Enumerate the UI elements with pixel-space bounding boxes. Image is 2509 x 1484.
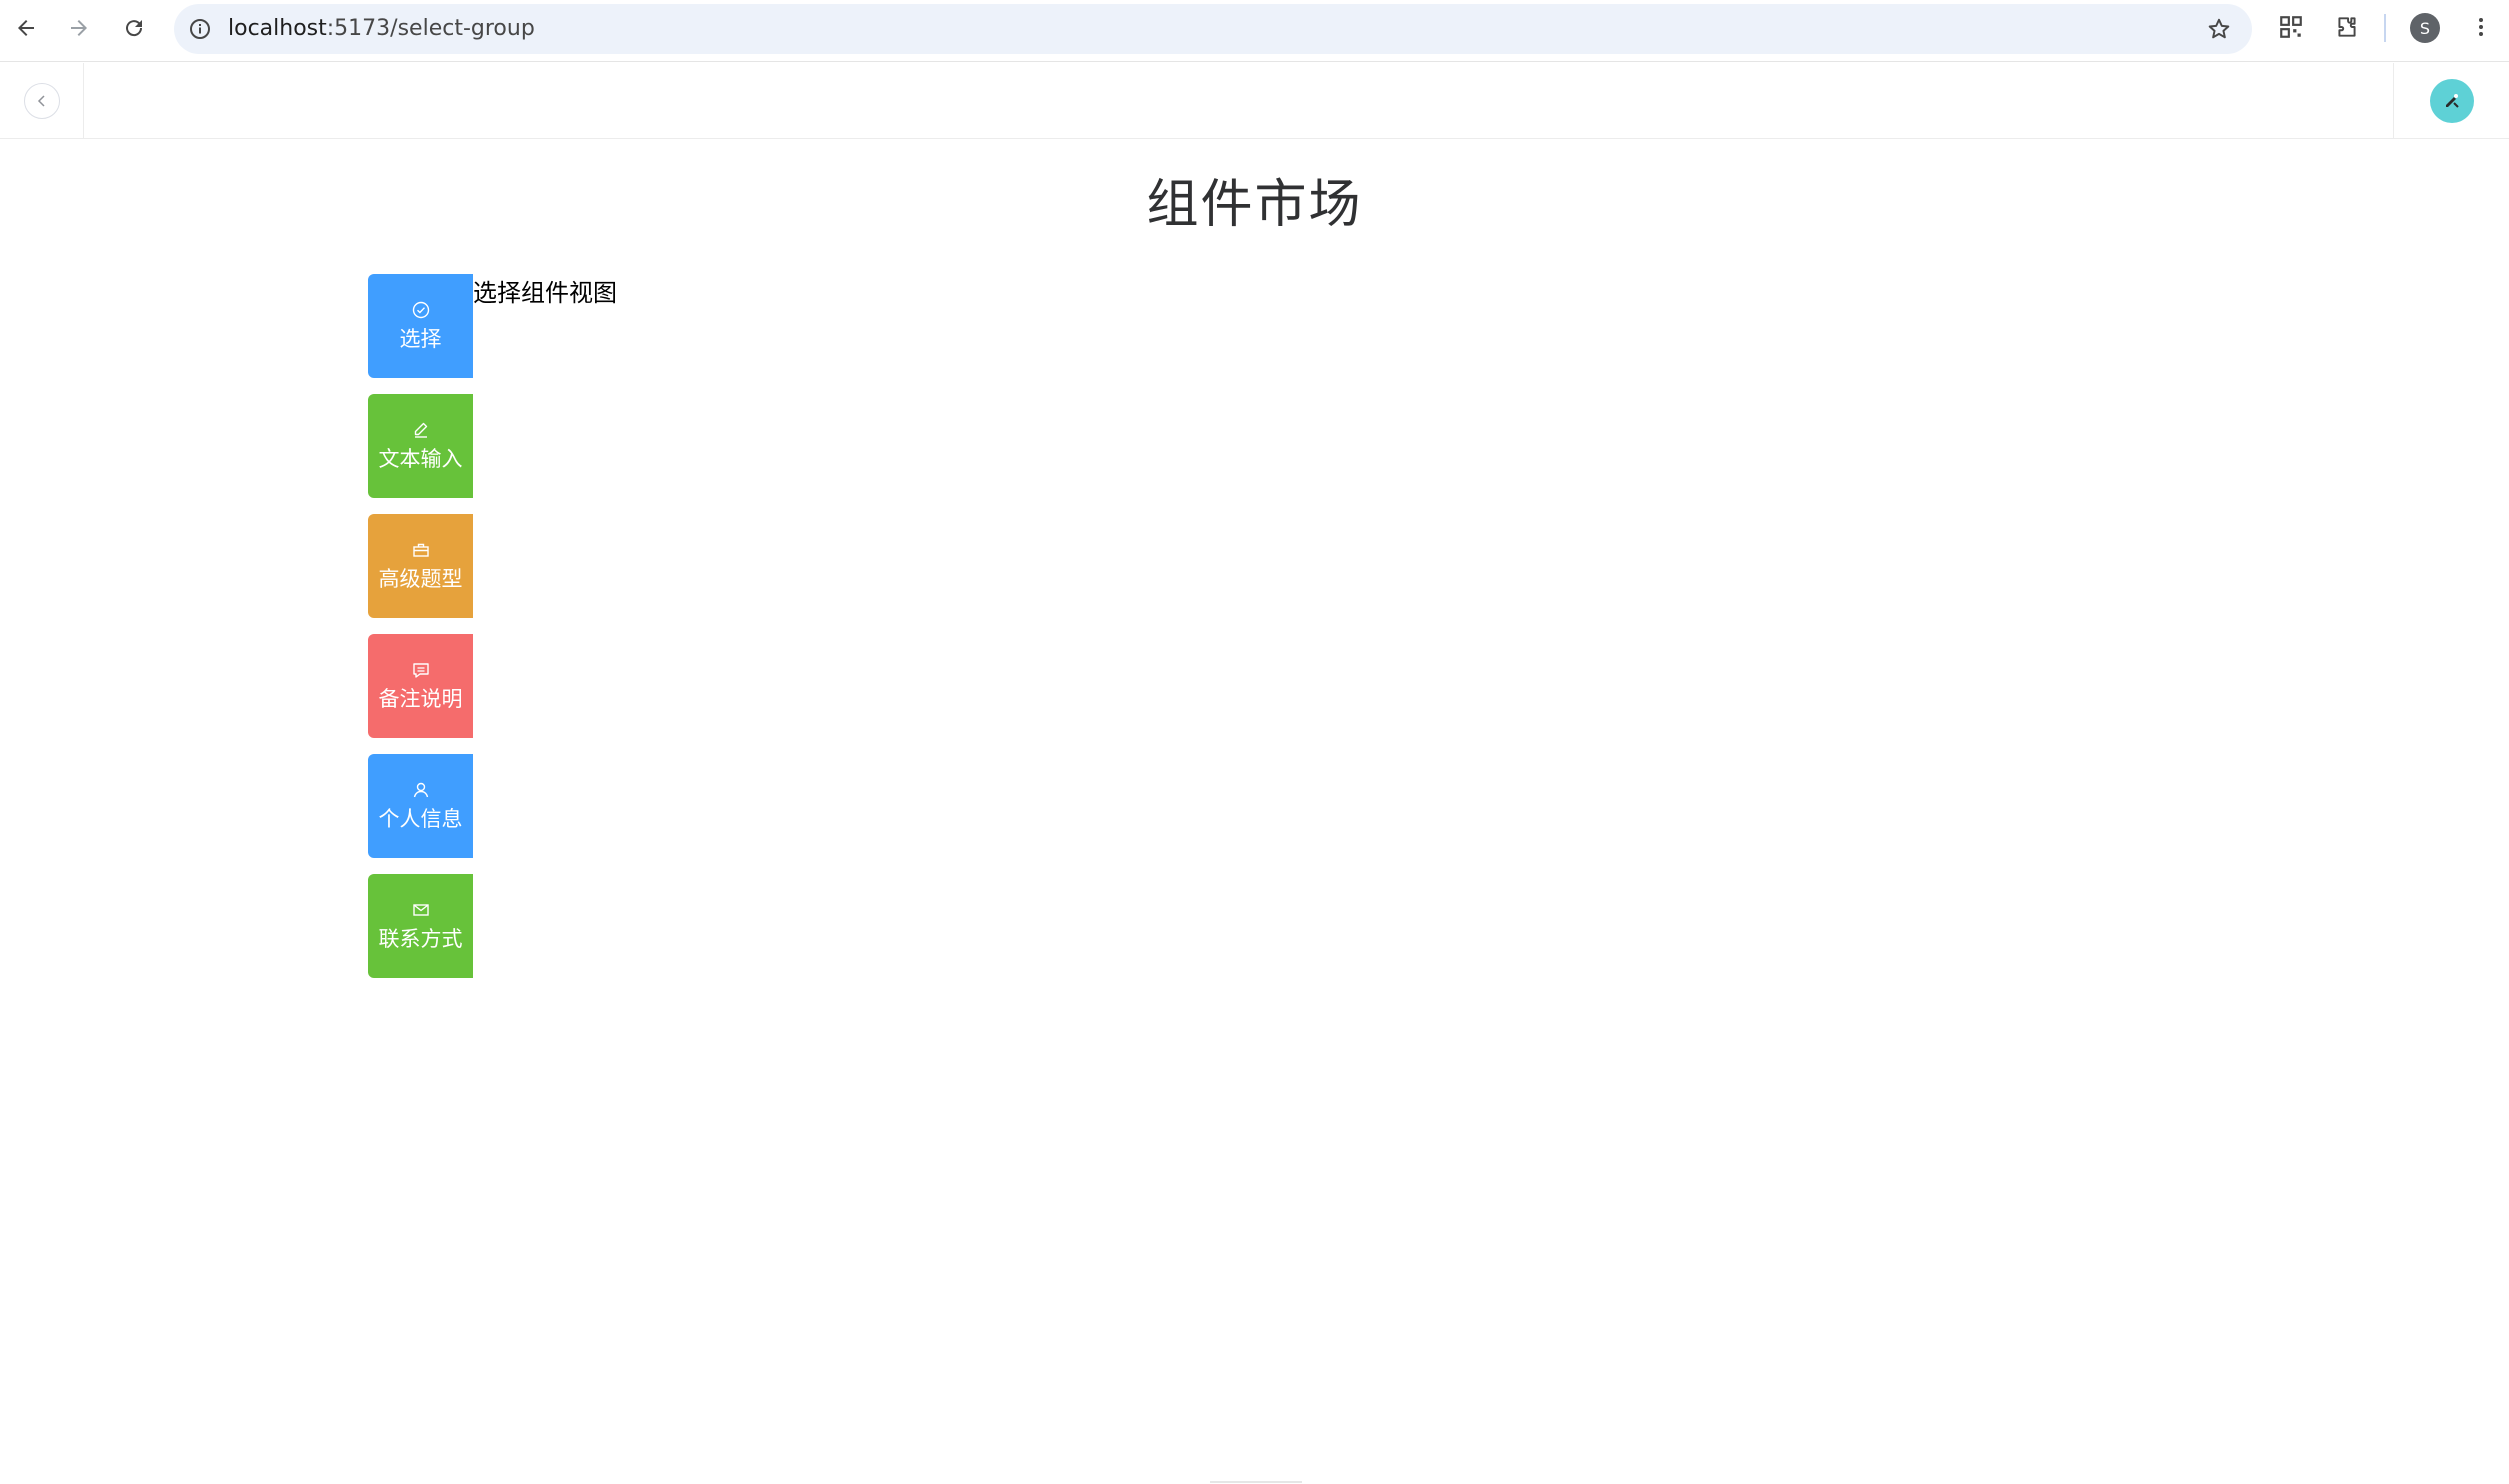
bookmark-star-icon[interactable] (2206, 16, 2232, 42)
more-vertical-icon (2479, 18, 2483, 36)
group-item-personal-info[interactable]: 个人信息 (368, 754, 473, 858)
chat-square-icon (411, 660, 431, 680)
circle-check-icon (411, 300, 431, 320)
briefcase-icon (411, 540, 431, 560)
bottom-divider (1210, 1481, 1302, 1483)
group-item-text-input[interactable]: 文本输入 (368, 394, 473, 498)
browser-menu-button[interactable] (2466, 12, 2496, 42)
profile-initial: S (2419, 18, 2431, 38)
page-title: 组件市场 (1146, 175, 1363, 235)
qr-code-button[interactable] (2276, 12, 2306, 42)
user-avatar[interactable] (2429, 79, 2474, 123)
component-view-label: 选择组件视图 (473, 279, 617, 307)
app-header (0, 63, 2509, 139)
site-info-icon[interactable] (188, 17, 212, 41)
group-item-label: 备注说明 (378, 687, 463, 711)
qr-code-icon (2280, 16, 2302, 38)
profile-avatar[interactable]: S (2410, 13, 2440, 43)
group-item-label: 高级题型 (378, 567, 463, 591)
group-item-label: 联系方式 (378, 927, 463, 951)
page-back-button[interactable] (23, 83, 60, 119)
group-item-label: 选择 (399, 327, 442, 351)
edit-pen-icon (411, 420, 431, 440)
browser-reload-button[interactable] (116, 10, 152, 46)
message-icon (411, 900, 431, 920)
component-group-list: 选择 文本输入 高级题型 备注说明 个人信息 联系方式 (368, 274, 473, 994)
group-item-select[interactable]: 选择 (368, 274, 473, 378)
address-bar[interactable]: localhost:5173/select-group (174, 4, 2252, 54)
group-item-advanced[interactable]: 高级题型 (368, 514, 473, 618)
arrow-left-icon (18, 20, 34, 36)
group-item-notes[interactable]: 备注说明 (368, 634, 473, 738)
arrow-right-icon (71, 20, 87, 36)
puzzle-icon (2338, 17, 2356, 37)
toolbar-divider (2384, 14, 2386, 42)
browser-back-button[interactable] (8, 10, 44, 46)
address-url: localhost:5173/select-group (228, 16, 535, 42)
browser-forward-button[interactable] (61, 10, 97, 46)
group-item-label: 文本输入 (378, 447, 463, 471)
header-right (2393, 63, 2509, 139)
reload-icon (126, 20, 143, 37)
header-left (0, 63, 84, 139)
browser-toolbar: localhost:5173/select-group S (0, 0, 2509, 62)
url-path: :5173/select-group (326, 16, 535, 41)
chevron-left-icon (37, 95, 45, 107)
user-icon (411, 780, 431, 800)
group-item-label: 个人信息 (378, 807, 463, 831)
url-host: localhost (228, 16, 327, 41)
extensions-button[interactable] (2332, 12, 2362, 42)
avatar-figure-icon (2445, 94, 2459, 108)
group-item-contact[interactable]: 联系方式 (368, 874, 473, 978)
